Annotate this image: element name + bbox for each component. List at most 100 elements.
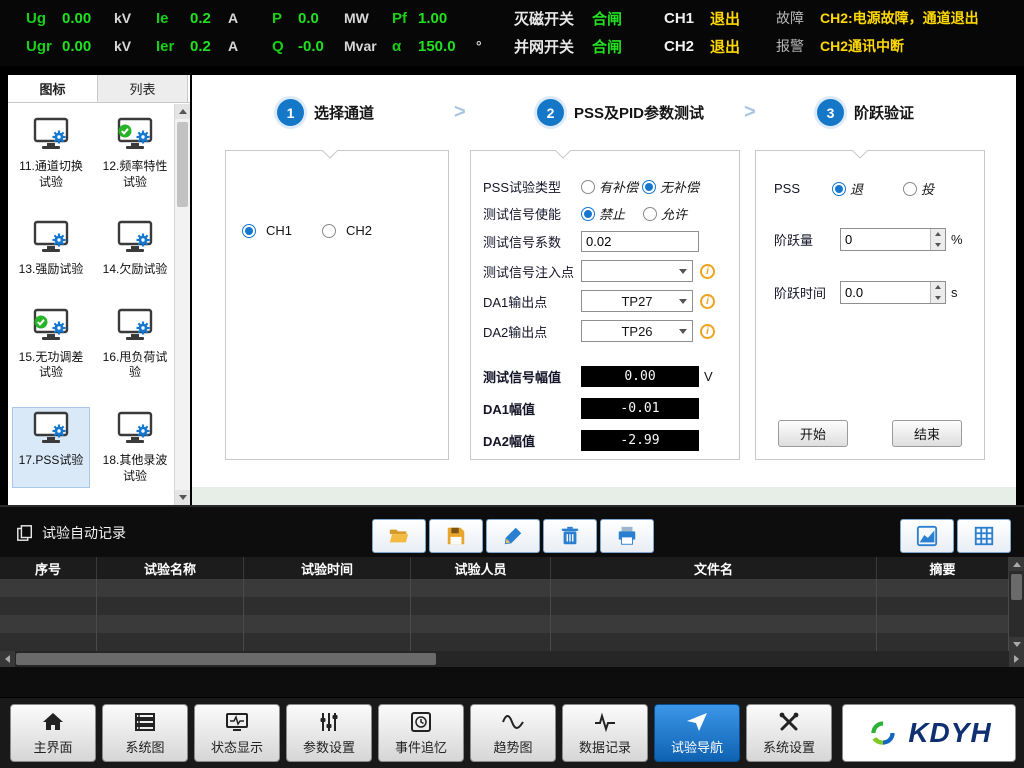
- spin-down-icon[interactable]: [931, 293, 945, 304]
- nav-status-display-button[interactable]: 状态显示: [194, 704, 280, 762]
- allow-radio[interactable]: [643, 207, 657, 221]
- scroll-up-icon[interactable]: [175, 104, 190, 119]
- print-button[interactable]: [600, 519, 654, 553]
- scroll-down-icon[interactable]: [175, 490, 190, 505]
- col-test-name[interactable]: 试验名称: [97, 557, 244, 579]
- spin-down-icon[interactable]: [931, 240, 945, 251]
- scroll-up-icon[interactable]: [1009, 557, 1024, 571]
- delete-button[interactable]: [543, 519, 597, 553]
- panel-notch: [555, 150, 571, 159]
- col-seq[interactable]: 序号: [0, 557, 97, 579]
- sidebar-item-reactive-droop-test[interactable]: 15.无功调差试验: [12, 304, 90, 385]
- tab-icon-view[interactable]: 图标: [8, 75, 98, 102]
- end-button[interactable]: 结束: [892, 420, 962, 447]
- table-view-button[interactable]: [957, 519, 1011, 553]
- step-time-stepper[interactable]: [840, 281, 946, 304]
- record-row[interactable]: [0, 615, 1009, 633]
- monitor-gear-icon: [113, 411, 157, 447]
- scroll-left-icon[interactable]: [0, 651, 15, 667]
- scroll-right-icon[interactable]: [1009, 651, 1024, 667]
- sidebar-scrollbar[interactable]: [174, 104, 190, 505]
- table-cell: [411, 633, 551, 651]
- start-button[interactable]: 开始: [778, 420, 848, 447]
- scrollbar-thumb[interactable]: [177, 122, 188, 207]
- step-amount-stepper[interactable]: [840, 228, 946, 251]
- uncompensated-radio[interactable]: [642, 180, 656, 194]
- step-amount-label: 阶跃量: [774, 230, 840, 249]
- record-toolbar: [372, 519, 654, 553]
- meter-ier-label: Ier: [156, 38, 190, 55]
- col-summary[interactable]: 摘要: [877, 557, 1009, 579]
- col-filename[interactable]: 文件名: [551, 557, 877, 579]
- bottom-navigation: 主界面 系统图 状态显示 参数设置 事件追忆 趋势图: [0, 697, 1024, 768]
- edit-button[interactable]: [486, 519, 540, 553]
- inject-point-select[interactable]: [581, 260, 693, 282]
- signal-amp-row: 测试信号幅值 0.00 V: [483, 366, 729, 387]
- step-2-label: PSS及PID参数测试: [574, 102, 704, 123]
- sidebar-item-load-rejection-test[interactable]: 16.甩负荷试验: [96, 304, 174, 385]
- sidebar-item-pss-test[interactable]: 17.PSS试验: [12, 407, 90, 488]
- ch1-label: CH1: [664, 10, 710, 27]
- da1-point-select[interactable]: TP27: [581, 290, 693, 312]
- wizard-step-1: 1 选择通道: [277, 99, 374, 126]
- sidebar-item-other-recording-test[interactable]: 18.其他录波试验: [96, 407, 174, 488]
- signal-coef-input[interactable]: [581, 231, 699, 252]
- scrollbar-thumb[interactable]: [1011, 574, 1022, 600]
- info-icon[interactable]: [700, 324, 715, 339]
- scrollbar-thumb[interactable]: [16, 653, 436, 665]
- main-bottom-strip: [192, 487, 1016, 505]
- nav-trend-chart-button[interactable]: 趋势图: [470, 704, 556, 762]
- inject-point-label: 测试信号注入点: [483, 262, 581, 281]
- disable-radio[interactable]: [581, 207, 595, 221]
- system-diagram-icon: [133, 710, 157, 734]
- pss-out-radio[interactable]: [832, 182, 846, 196]
- pencil-icon: [502, 525, 524, 547]
- pss-in-radio[interactable]: [903, 182, 917, 196]
- open-folder-button[interactable]: [372, 519, 426, 553]
- nav-system-diagram-button[interactable]: 系统图: [102, 704, 188, 762]
- chevron-down-icon: [679, 329, 687, 334]
- da2-point-select[interactable]: TP26: [581, 320, 693, 342]
- step-time-input[interactable]: [841, 282, 927, 303]
- ch2-radio[interactable]: [322, 224, 336, 238]
- sidebar-item-channel-switch-test[interactable]: 11.通道切换试验: [12, 113, 90, 194]
- compensated-radio[interactable]: [581, 180, 595, 194]
- ch1-radio[interactable]: [242, 224, 256, 238]
- sidebar-item-label: 17.PSS试验: [14, 453, 88, 469]
- table-cell: [97, 579, 244, 597]
- info-icon[interactable]: [700, 294, 715, 309]
- step-time-label: 阶跃时间: [774, 283, 840, 302]
- sidebar-item-overexcitation-test[interactable]: 13.强励试验: [12, 216, 90, 282]
- table-cell: [0, 615, 97, 633]
- spin-up-icon[interactable]: [931, 282, 945, 293]
- pss-out-label: 退: [850, 179, 863, 198]
- col-tester[interactable]: 试验人员: [411, 557, 551, 579]
- nav-main-screen-button[interactable]: 主界面: [10, 704, 96, 762]
- record-row[interactable]: [0, 579, 1009, 597]
- record-vertical-scrollbar[interactable]: [1009, 557, 1024, 651]
- nav-parameter-settings-button[interactable]: 参数设置: [286, 704, 372, 762]
- info-icon[interactable]: [700, 264, 715, 279]
- nav-test-navigation-button[interactable]: 试验导航: [654, 704, 740, 762]
- record-row[interactable]: [0, 597, 1009, 615]
- scroll-down-icon[interactable]: [1009, 637, 1024, 651]
- nav-label: 趋势图: [493, 737, 532, 756]
- save-button[interactable]: [429, 519, 483, 553]
- nav-data-record-button[interactable]: 数据记录: [562, 704, 648, 762]
- nav-event-recall-button[interactable]: 事件追忆: [378, 704, 464, 762]
- pss-test-wizard: 1 选择通道 2 PSS及PID参数测试 3 阶跃验证 CH1 CH2 PSS试…: [192, 75, 1016, 487]
- step-amount-input[interactable]: [841, 229, 927, 250]
- col-test-time[interactable]: 试验时间: [244, 557, 411, 579]
- record-horizontal-scrollbar[interactable]: [0, 651, 1024, 667]
- sidebar-item-underexcitation-test[interactable]: 14.欠励试验: [96, 216, 174, 282]
- chart-view-button[interactable]: [900, 519, 954, 553]
- tab-list-view[interactable]: 列表: [98, 75, 188, 102]
- nav-system-settings-button[interactable]: 系统设置: [746, 704, 832, 762]
- table-cell: [244, 633, 411, 651]
- sidebar-item-frequency-test[interactable]: 12.频率特性试验: [96, 113, 174, 194]
- table-cell: [877, 633, 1009, 651]
- monitor-gear-icon: [113, 220, 157, 256]
- record-row[interactable]: [0, 633, 1009, 651]
- test-sidebar: 图标 列表 11.通道切换试验 12.频率特性试验 13.强励试验 14.欠励试…: [8, 75, 190, 505]
- spin-up-icon[interactable]: [931, 229, 945, 240]
